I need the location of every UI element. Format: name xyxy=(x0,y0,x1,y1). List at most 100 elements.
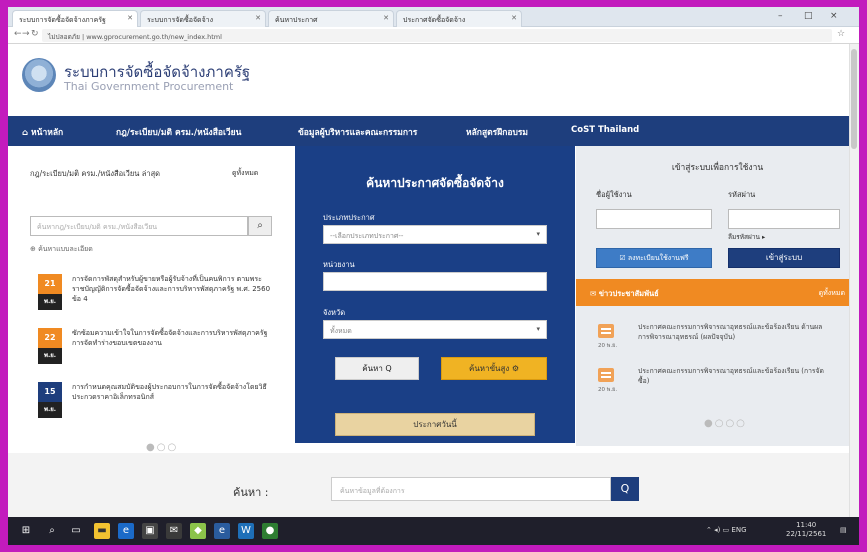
news-date: 20 พ.ย. xyxy=(598,343,618,349)
agency-input[interactable] xyxy=(323,272,547,291)
register-button[interactable]: ☑ ลงทะเบียนใช้งานฟรี xyxy=(596,248,712,268)
news-text[interactable]: ซักซ้อมความเข้าใจในการจัดซื้อจัดจ้างและก… xyxy=(72,328,272,348)
news-more-link[interactable]: ดูทั้งหมด xyxy=(819,288,845,299)
news-text[interactable]: การกำหนดคุณสมบัติของผู้ประกอบการในการจัด… xyxy=(72,382,272,402)
news-date: 20 พ.ย. xyxy=(598,387,618,393)
nav-home[interactable]: ⌂ หน้าหลัก xyxy=(22,125,63,139)
province-value: ทั้งหมด xyxy=(330,327,352,335)
browser-tab[interactable]: ค้นหาประกาศ ✕ xyxy=(268,10,394,27)
news-text[interactable]: การจัดการพัสดุสำหรับผู้ขายหรือผู้รับจ้าง… xyxy=(72,274,272,304)
close-icon[interactable]: ✕ xyxy=(255,14,261,22)
date-month: พ.ย. xyxy=(38,294,62,310)
regulations-more-link[interactable]: ดูทั้งหมด xyxy=(232,168,258,179)
advanced-search-label: ค้นหาแบบละเอียด xyxy=(38,245,93,253)
list-item[interactable]: 20 พ.ย. ประกาศคณะกรรมการพิจารณาอุทธรณ์แล… xyxy=(598,322,838,358)
clock[interactable]: 11:40 22/11/2561 xyxy=(786,521,826,539)
list-item[interactable]: 20 พ.ย. ประกาศคณะกรรมการพิจารณาอุทธรณ์แล… xyxy=(598,366,838,402)
username-label: ชื่อผู้ใช้งาน xyxy=(596,190,632,199)
nav-executives[interactable]: ข้อมูลผู้บริหารและคณะกรรมการ xyxy=(298,125,417,139)
mail-icon[interactable]: ✉ xyxy=(166,523,182,539)
carousel-dots[interactable]: ●○○○ xyxy=(704,418,747,429)
home-icon: ⌂ xyxy=(22,128,32,138)
close-icon[interactable]: ✕ xyxy=(383,14,389,22)
password-input[interactable] xyxy=(728,209,840,229)
file-explorer-icon[interactable]: ▬ xyxy=(94,523,110,539)
url-field[interactable]: ไม่ปลอดภัย | www.gprocurement.go.th/new_… xyxy=(42,29,832,42)
date-day: 15 xyxy=(38,382,62,402)
username-input[interactable] xyxy=(596,209,712,229)
bookmark-star-icon[interactable]: ☆ xyxy=(837,29,845,39)
type-label: ประเภทประกาศ xyxy=(323,213,375,222)
advanced-search-button[interactable]: ค้นหาขั้นสูง ⚙ xyxy=(441,357,547,380)
system-tray-icons[interactable]: ⌃ ◂) ▭ ENG xyxy=(706,526,747,534)
date-badge: 15 พ.ย. xyxy=(38,382,62,418)
forward-icon[interactable]: → xyxy=(22,29,30,39)
search-panel-title: ค้นหาประกาศจัดซื้อจัดจ้าง xyxy=(366,176,504,190)
list-item[interactable]: 15 พ.ย. การกำหนดคุณสมบัติของผู้ประกอบการใ… xyxy=(38,382,278,422)
scrollbar-thumb[interactable] xyxy=(851,49,857,149)
regulations-panel: กฎ/ระเบียบ/มติ ครม./หนังสือเวียน ล่าสุด … xyxy=(8,146,294,453)
nav-label: หน้าหลัก xyxy=(31,128,64,138)
search-icon[interactable]: Q xyxy=(611,477,639,501)
site-search-section: ค้นหา : ค้นหาข้อมูลที่ต้องการ Q xyxy=(8,453,859,517)
word-icon[interactable]: W xyxy=(238,523,254,539)
windows-start-icon[interactable]: ⊞ xyxy=(18,523,34,539)
today-announcement-button[interactable]: ประกาศวันนี้ xyxy=(335,413,535,436)
carousel-dots[interactable]: ●○○ xyxy=(146,442,178,453)
clock-date: 22/11/2561 xyxy=(786,530,827,538)
nav-training[interactable]: หลักสูตรฝึกอบรม xyxy=(466,125,528,139)
browser-tab[interactable]: ระบบการจัดซื้อจัดจ้าง ✕ xyxy=(140,10,266,27)
date-month: พ.ย. xyxy=(38,348,62,364)
nav-regulations[interactable]: กฎ/ระเบียบ/มติ ครม./หนังสือเวียน xyxy=(116,125,241,139)
back-icon[interactable]: ← xyxy=(14,29,22,39)
task-view-icon[interactable]: ▭ xyxy=(68,523,84,539)
clock-time: 11:40 xyxy=(796,521,817,529)
date-day: 22 xyxy=(38,328,62,348)
regulations-search-input[interactable]: ค้นหากฎ/ระเบียบ/มติ ครม./หนังสือเวียน xyxy=(30,216,248,236)
procurement-search-panel: ค้นหาประกาศจัดซื้อจัดจ้าง ประเภทประกาศ -… xyxy=(295,146,575,443)
reload-icon[interactable]: ↻ xyxy=(31,29,39,39)
notification-icon[interactable]: ▤ xyxy=(840,526,847,534)
main-nav: ⌂ หน้าหลัก กฎ/ระเบียบ/มติ ครม./หนังสือเว… xyxy=(8,116,859,146)
site-logo[interactable] xyxy=(22,58,56,92)
tab-bar: ระบบการจัดซื้อจัดจ้างภาครัฐ ✕ ระบบการจัดซ… xyxy=(8,7,859,27)
type-value: --เลือกประเภทประกาศ-- xyxy=(330,232,404,240)
address-bar: ← → ↻ ไม่ปลอดภัย | www.gprocurement.go.t… xyxy=(8,27,859,44)
window-close-button[interactable]: × xyxy=(830,11,838,21)
chevron-down-icon: ▾ xyxy=(536,325,540,333)
type-select[interactable]: --เลือกประเภทประกาศ-- ▾ xyxy=(323,225,547,244)
nav-cost-thailand[interactable]: CoST Thailand xyxy=(571,125,639,135)
login-button[interactable]: เข้าสู่ระบบ xyxy=(728,248,840,268)
list-item[interactable]: 22 พ.ย. ซักซ้อมความเข้าใจในการจัดซื้อจัดจ… xyxy=(38,328,278,368)
document-icon xyxy=(598,368,614,382)
minimize-button[interactable]: – xyxy=(778,11,783,21)
news-text[interactable]: ประกาศคณะกรรมการพิจารณาอุทธรณ์และข้อร้อง… xyxy=(638,366,833,386)
site-header: ระบบการจัดซื้อจัดจ้างภาครัฐ Thai Governm… xyxy=(8,44,859,116)
password-label: รหัสผ่าน xyxy=(728,190,756,199)
date-badge: 22 พ.ย. xyxy=(38,328,62,364)
search-icon[interactable]: ⌕ xyxy=(44,523,60,539)
chrome-icon[interactable]: ● xyxy=(262,523,278,539)
browser-tab[interactable]: ประกาศจัดซื้อจัดจ้าง ✕ xyxy=(396,10,522,27)
ie-icon[interactable]: e xyxy=(214,523,230,539)
taskbar: ⊞ ⌕ ▭ ▬ e ▣ ✉ ◆ e W ● ⌃ ◂) ▭ ENG 11:40 22… xyxy=(8,517,859,545)
browser-window: ระบบการจัดซื้อจัดจ้างภาครัฐ ✕ ระบบการจัดซ… xyxy=(8,7,859,545)
store-icon[interactable]: ▣ xyxy=(142,523,158,539)
maximize-button[interactable]: □ xyxy=(804,11,813,21)
list-item[interactable]: 21 พ.ย. การจัดการพัสดุสำหรับผู้ขายหรือผู้… xyxy=(38,274,278,314)
province-label: จังหวัด xyxy=(323,308,346,317)
advanced-search-link[interactable]: ⊕ ค้นหาแบบละเอียด xyxy=(30,244,93,255)
search-button[interactable]: ค้นหา Q xyxy=(335,357,419,380)
province-select[interactable]: ทั้งหมด ▾ xyxy=(323,320,547,339)
search-icon[interactable]: ⌕ xyxy=(248,216,272,236)
news-text[interactable]: ประกาศคณะกรรมการพิจารณาอุทธรณ์และข้อร้อง… xyxy=(638,322,833,342)
browser-tab[interactable]: ระบบการจัดซื้อจัดจ้างภาครัฐ ✕ xyxy=(12,10,138,27)
close-icon[interactable]: ✕ xyxy=(511,14,517,22)
date-month: พ.ย. xyxy=(38,402,62,418)
app-icon[interactable]: ◆ xyxy=(190,523,206,539)
close-icon[interactable]: ✕ xyxy=(127,14,133,22)
forgot-password-link[interactable]: ลืมรหัสผ่าน ▸ xyxy=(728,232,765,242)
tab-label: ระบบการจัดซื้อจัดจ้าง xyxy=(147,16,214,24)
edge-icon[interactable]: e xyxy=(118,523,134,539)
site-search-input[interactable]: ค้นหาข้อมูลที่ต้องการ xyxy=(331,477,611,501)
